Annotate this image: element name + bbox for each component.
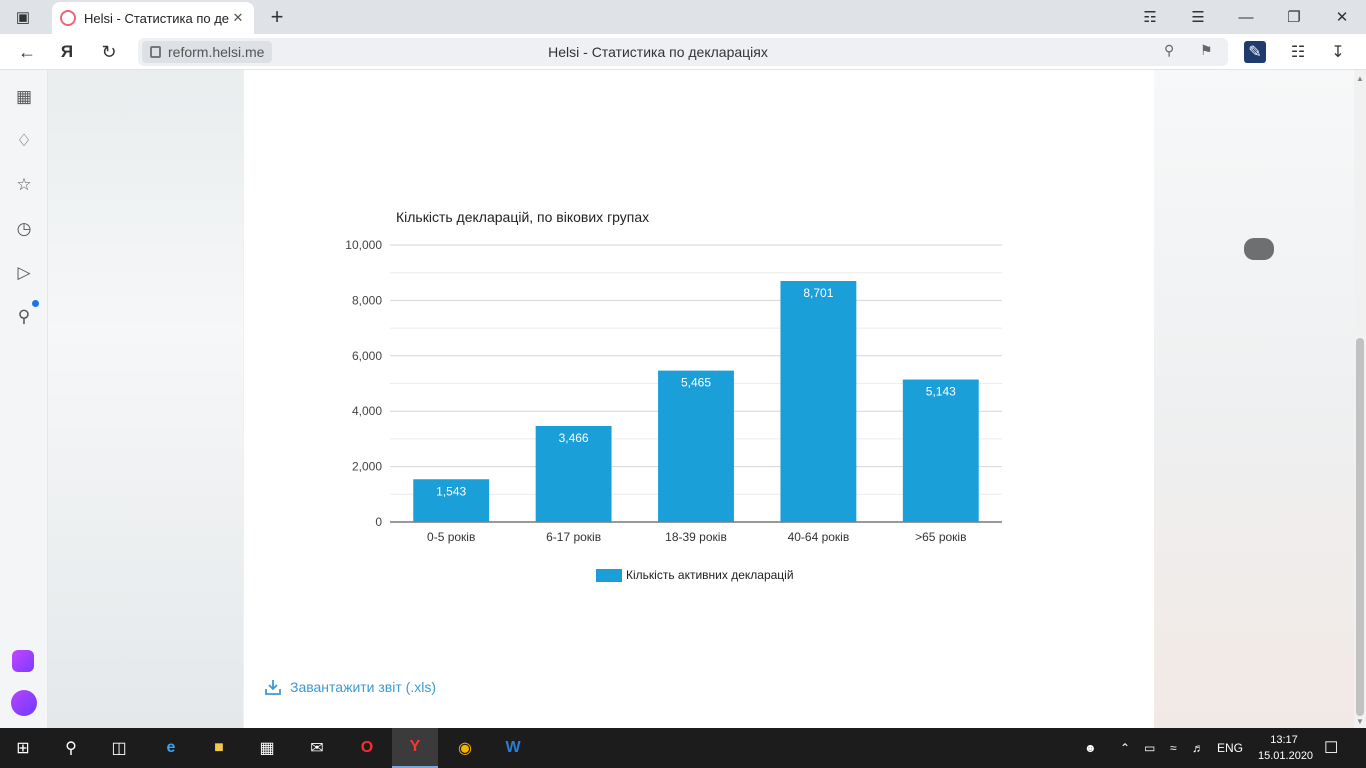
task-view-icon[interactable]: ◫: [96, 728, 142, 768]
legend-label: Кількість активних декларацій: [626, 568, 794, 582]
scrollbar-thumb[interactable]: [1356, 338, 1364, 716]
reload-icon[interactable]: ↻: [94, 34, 124, 70]
download-manager-icon[interactable]: ↧: [1324, 38, 1352, 66]
yandex-browser-icon[interactable]: Y: [392, 728, 438, 768]
legend-swatch: [596, 568, 622, 582]
background-right: [1154, 70, 1354, 728]
action-center-icon[interactable]: ☐: [1324, 728, 1338, 768]
notification-dot: [32, 300, 39, 307]
x-tick-label: >65 років: [915, 530, 966, 544]
bar-data-label: 5,143: [926, 385, 956, 399]
bar: [658, 370, 734, 522]
chart-title: Кількість декларацій, по вікових групах: [396, 209, 650, 225]
bar-data-label: 1,543: [436, 484, 466, 498]
chrome-icon[interactable]: ◉: [442, 728, 488, 768]
menu-icon[interactable]: ☰: [1174, 0, 1222, 34]
search-document-icon[interactable]: ⚲: [12, 305, 36, 329]
edge-icon[interactable]: e: [148, 728, 194, 768]
alice-assistant-icon[interactable]: [11, 690, 37, 716]
page-title: Helsi - Статистика по деклараціях: [548, 44, 768, 60]
clock[interactable]: 13:17 15.01.2020: [1258, 732, 1314, 764]
y-tick-label: 2,000: [352, 460, 382, 474]
tab-title: Helsi - Статистика по де: [84, 10, 230, 26]
extension-icon[interactable]: ✎: [1244, 41, 1266, 63]
download-report-link[interactable]: Завантажити звіт (.xls): [264, 678, 436, 696]
battery-icon[interactable]: ▭: [1144, 728, 1155, 768]
opera-icon[interactable]: O: [344, 728, 390, 768]
people-icon[interactable]: ☻: [1084, 728, 1097, 768]
play-icon[interactable]: ▷: [12, 261, 36, 285]
tabs-panel-icon[interactable]: ▣: [6, 0, 40, 34]
apps-grid-icon[interactable]: ▦: [12, 85, 36, 109]
x-tick-label: 6-17 років: [546, 530, 601, 544]
y-tick-label: 6,000: [352, 349, 382, 363]
language-indicator[interactable]: ENG: [1217, 728, 1243, 768]
back-arrow-icon[interactable]: ←: [12, 34, 42, 70]
browser-sidebar: ▦ ♢ ☆ ◷ ▷ ⚲: [0, 70, 48, 728]
scroll-up-icon[interactable]: ▲: [1356, 74, 1364, 83]
background-decor: [1244, 238, 1274, 260]
word-icon[interactable]: W: [490, 728, 536, 768]
y-tick-label: 0: [375, 515, 382, 529]
address-bar: ← Я ↻ reform.helsi.me Helsi - Статистика…: [0, 34, 1366, 70]
minimize-icon[interactable]: —: [1222, 0, 1270, 34]
bar-data-label: 3,466: [559, 431, 589, 445]
y-tick-label: 10,000: [345, 238, 382, 252]
clock-time: 13:17: [1270, 734, 1298, 746]
translate-icon[interactable]: ☷: [1284, 38, 1312, 66]
bookmark-icon[interactable]: ⚑: [1200, 42, 1213, 59]
bar: [780, 280, 857, 522]
chart-legend[interactable]: Кількість активних декларацій: [596, 568, 794, 582]
tab-bar: ▣ Helsi - Статистика по де ✕ + ☶ ☰ — ❐ ✕: [0, 0, 1366, 34]
bell-icon[interactable]: ♢: [12, 129, 36, 153]
search-key-icon[interactable]: ⚲: [1164, 42, 1174, 59]
omnibox[interactable]: reform.helsi.me Helsi - Статистика по де…: [138, 38, 1228, 66]
active-tab[interactable]: Helsi - Статистика по де ✕: [52, 2, 254, 34]
y-tick-label: 4,000: [352, 404, 382, 418]
helsi-favicon-icon: [60, 10, 76, 26]
windows-start-icon[interactable]: ⊞: [0, 728, 46, 768]
x-tick-label: 18-39 років: [665, 530, 727, 544]
collections-icon[interactable]: ☶: [1126, 0, 1174, 34]
yandex-icon[interactable]: Я: [52, 34, 82, 70]
search-icon[interactable]: ⚲: [48, 728, 94, 768]
clock-date: 15.01.2020: [1258, 750, 1314, 762]
history-clock-icon[interactable]: ◷: [12, 217, 36, 241]
download-icon: [265, 680, 281, 695]
scroll-down-icon[interactable]: ▼: [1356, 717, 1364, 726]
bar-data-label: 5,465: [681, 376, 711, 390]
file-explorer-icon[interactable]: ■: [196, 728, 242, 768]
close-tab-icon[interactable]: ✕: [230, 10, 246, 26]
x-tick-label: 40-64 років: [788, 530, 850, 544]
star-icon[interactable]: ☆: [12, 173, 36, 197]
bar-chart: 0 2,000 4,000 6,000 8,000 10,000 1,543 0-5 рокі…: [345, 238, 1002, 544]
alice-app-icon[interactable]: [12, 650, 34, 672]
windows-taskbar: ⊞ ⚲ ◫ e ■ ▦ ✉ O Y ◉ W ☻ ⌃ ▭ ≈ ♬ ENG 13:1…: [0, 728, 1366, 768]
tray-chevron-icon[interactable]: ⌃: [1120, 728, 1130, 768]
store-icon[interactable]: ▦: [244, 728, 290, 768]
volume-icon[interactable]: ♬: [1192, 728, 1204, 768]
restore-icon[interactable]: ❐: [1270, 0, 1318, 34]
bar-data-label: 8,701: [803, 286, 833, 300]
download-label: Завантажити звіт (.xls): [290, 679, 436, 695]
new-tab-button[interactable]: +: [262, 0, 292, 34]
bar: [902, 379, 979, 522]
wifi-icon[interactable]: ≈: [1170, 728, 1177, 768]
background-left: [48, 70, 243, 728]
close-window-icon[interactable]: ✕: [1318, 0, 1366, 34]
page-scrollbar[interactable]: ▲ ▼: [1354, 70, 1366, 728]
y-tick-label: 8,000: [352, 293, 382, 307]
x-tick-label: 0-5 років: [427, 530, 475, 544]
mail-icon[interactable]: ✉: [294, 728, 340, 768]
